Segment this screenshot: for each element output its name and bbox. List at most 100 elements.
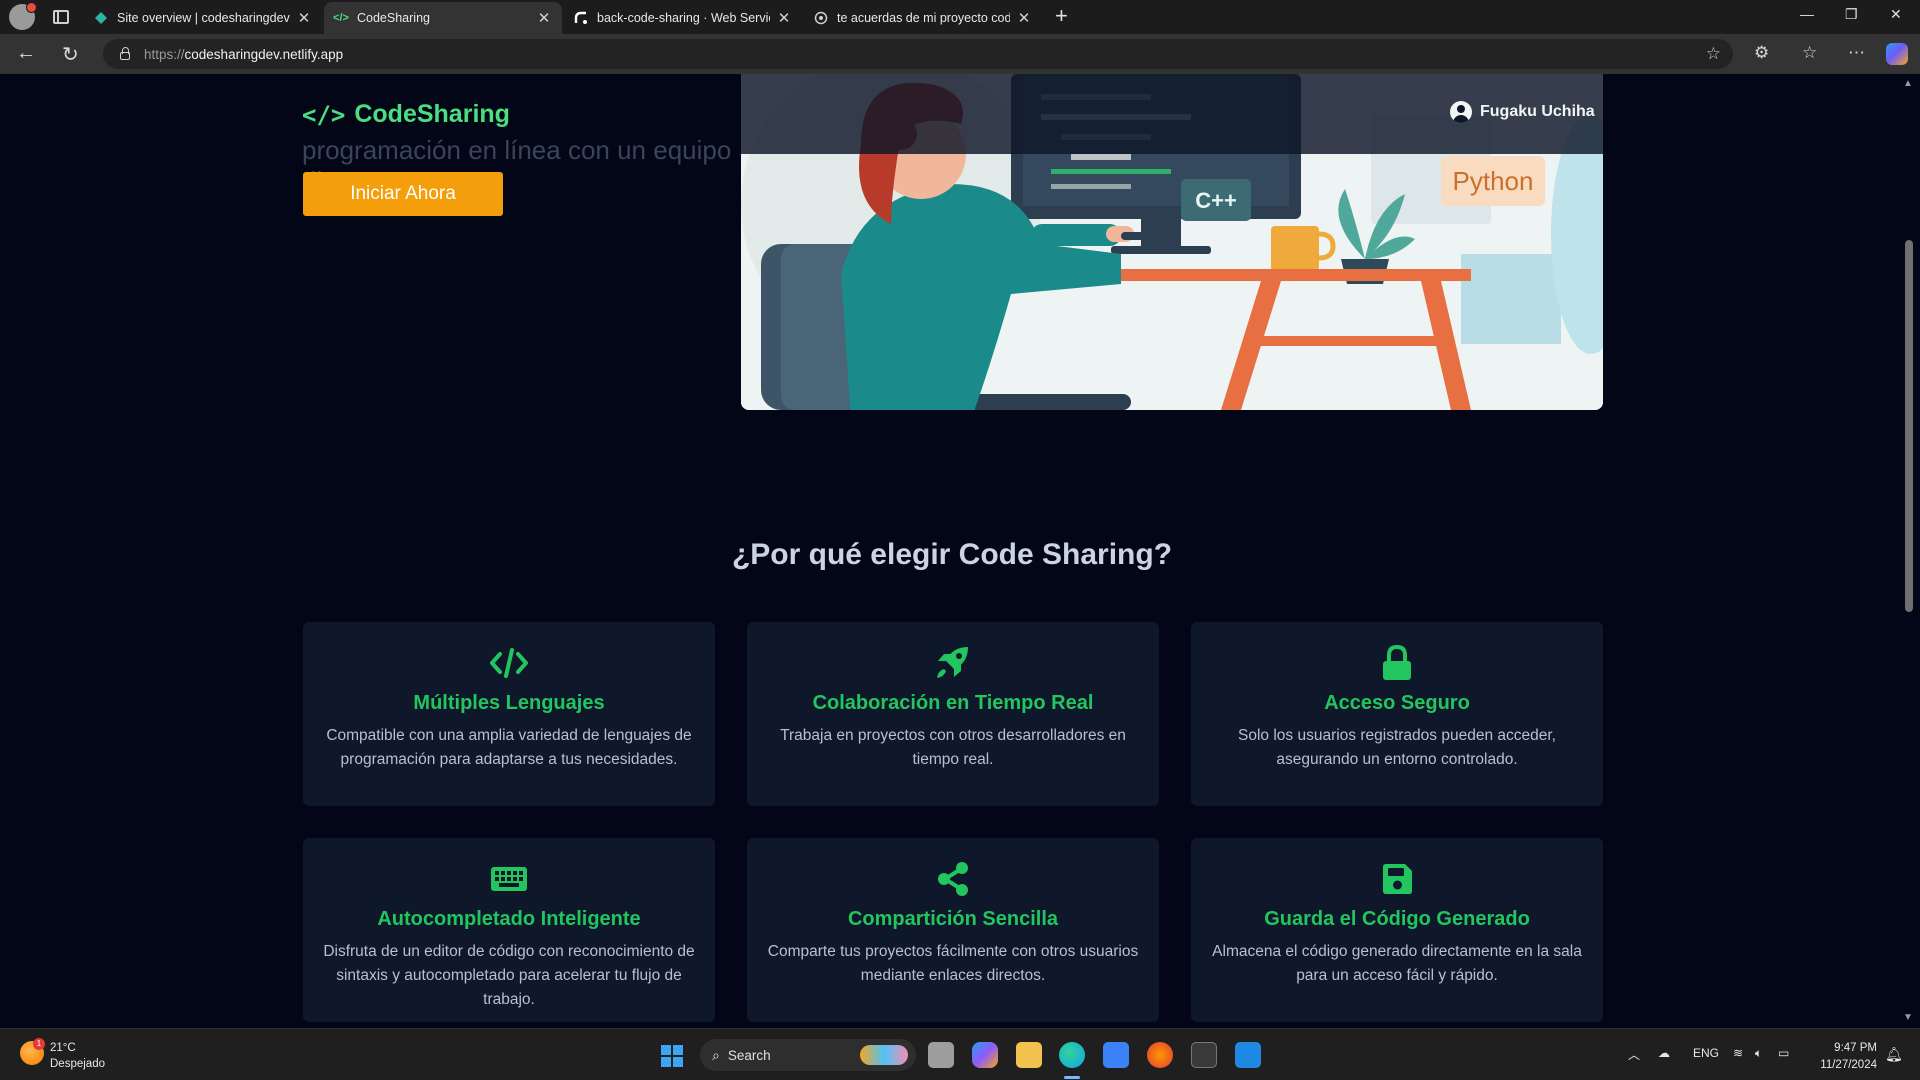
feature-description: Disfruta de un editor de código con reco… (323, 943, 695, 1008)
active-app-indicator (1064, 1076, 1080, 1079)
close-icon[interactable]: ✕ (296, 9, 312, 27)
render-icon (574, 11, 588, 25)
windows-taskbar: 1 21°C Despejado ⌕ Search ︿ ☁ ENG ≋ 🔈︎ ▭… (0, 1028, 1920, 1080)
file-explorer-icon[interactable] (1016, 1042, 1042, 1068)
weather-temperature: 21°C (50, 1042, 76, 1054)
section-title: ¿Por qué elegir Code Sharing? (731, 538, 1173, 571)
codesharing-logo[interactable]: </> CodeSharing (302, 100, 510, 129)
language-indicator[interactable]: ENG (1693, 1046, 1719, 1060)
code-icon (321, 646, 697, 680)
lock-icon (1209, 645, 1585, 680)
tab-title: Site overview | codesharingdev | N (117, 11, 290, 25)
user-profile-button[interactable]: Fugaku Uchiha (1450, 101, 1595, 123)
url-host: codesharingdev.netlify.app (184, 46, 344, 62)
close-icon[interactable]: ✕ (1016, 9, 1032, 27)
clock-time[interactable]: 9:47 PM (1817, 1042, 1877, 1054)
code-icon: </> (333, 12, 349, 24)
feature-card-languages: Múltiples Lenguajes Compatible con una a… (303, 622, 715, 806)
weather-description: Despejado (50, 1058, 105, 1070)
chatgpt-icon (814, 11, 828, 25)
feature-description: Comparte tus proyectos fácilmente con ot… (767, 943, 1139, 984)
search-label: Search (727, 1047, 771, 1063)
task-view-icon[interactable] (928, 1042, 954, 1068)
weather-badge: 1 (33, 1038, 45, 1050)
logo-text: CodeSharing (354, 100, 510, 128)
feature-card-autocomplete: Autocompletado Inteligente Disfruta de u… (303, 838, 715, 1022)
search-highlight-image (860, 1045, 908, 1065)
tab-actions-icon[interactable] (53, 10, 69, 24)
copilot-icon[interactable] (1886, 43, 1908, 65)
tab-title: back-code-sharing · Web Service (597, 11, 770, 25)
share-icon (765, 862, 1141, 896)
cpp-tag: C++ (1195, 188, 1237, 213)
minimize-icon[interactable]: — (1800, 6, 1814, 22)
feature-title: Acceso Seguro (1324, 692, 1470, 714)
url-field[interactable]: https:// codesharingdev.netlify.app ☆ (103, 39, 1733, 69)
microsoft-store-icon[interactable] (1103, 1042, 1129, 1068)
refresh-icon[interactable]: ↻ (62, 42, 79, 67)
new-tab-icon[interactable]: + (1055, 3, 1068, 29)
scrollbar-thumb[interactable] (1905, 240, 1913, 612)
feature-description: Solo los usuarios registrados pueden acc… (1238, 727, 1556, 768)
favorites-icon[interactable]: ☆ (1802, 43, 1817, 63)
user-name: Fugaku Uchiha (1480, 103, 1595, 120)
url-protocol: https:// (144, 46, 185, 62)
copilot-taskbar-icon[interactable] (972, 1042, 998, 1068)
browser-tab-bar: Site overview | codesharingdev | N ✕ </>… (0, 0, 1920, 34)
restore-icon[interactable]: ❐ (1845, 6, 1858, 23)
wifi-icon[interactable]: ≋ (1733, 1046, 1743, 1060)
terminal-icon[interactable] (1191, 1042, 1217, 1068)
scroll-up-arrow-icon[interactable]: ▲ (1903, 78, 1913, 89)
extensions-icon[interactable]: ⚙ (1754, 43, 1769, 63)
start-now-button[interactable]: Iniciar Ahora (303, 172, 503, 216)
feature-description: Compatible con una amplia variedad de le… (326, 727, 692, 768)
tab-chatgpt[interactable]: te acuerdas de mi proyecto code ✕ (804, 2, 1042, 34)
scroll-down-arrow-icon[interactable]: ▼ (1903, 1012, 1913, 1023)
edge-browser-icon[interactable] (1059, 1042, 1085, 1068)
tab-site-overview[interactable]: Site overview | codesharingdev | N ✕ (84, 2, 322, 34)
back-arrow-icon[interactable]: ← (16, 42, 36, 65)
code-icon: </> (302, 100, 346, 129)
feature-title: Autocompletado Inteligente (377, 908, 641, 930)
notification-bell-icon[interactable]: 🔔︎ (1885, 1046, 1903, 1063)
onedrive-off-icon[interactable]: ☁ (1658, 1046, 1670, 1060)
taskbar-search[interactable]: ⌕ Search (700, 1039, 916, 1071)
tab-back-code-sharing[interactable]: back-code-sharing · Web Service ✕ (564, 2, 802, 34)
page-viewport: programación en línea con un equipo dive… (0, 74, 1904, 1028)
feature-card-secure: Acceso Seguro Solo los usuarios registra… (1191, 622, 1603, 806)
tab-title: te acuerdas de mi proyecto code (837, 11, 1010, 25)
feature-card-realtime: Colaboración en Tiempo Real Trabaja en p… (747, 622, 1159, 806)
hero-description-partial: programación en línea con un equipo (302, 135, 732, 165)
firefox-icon[interactable] (1147, 1042, 1173, 1068)
favorite-star-icon[interactable]: ☆ (1706, 44, 1721, 64)
battery-icon[interactable]: ▭ (1778, 1046, 1789, 1060)
close-window-icon[interactable]: ✕ (1890, 6, 1902, 23)
keyboard-icon (321, 862, 697, 896)
rocket-icon (765, 646, 1141, 680)
user-circle-icon (1450, 101, 1472, 123)
feature-description: Almacena el código generado directamente… (1212, 943, 1582, 984)
tab-title: CodeSharing (357, 11, 430, 25)
close-icon[interactable]: ✕ (536, 9, 552, 27)
feature-title: Múltiples Lenguajes (413, 692, 605, 714)
show-hidden-icons-chevron-icon[interactable]: ︿ (1628, 1046, 1640, 1063)
address-bar-row: ← ↻ https:// codesharingdev.netlify.app … (0, 34, 1920, 74)
tab-codesharing[interactable]: </> CodeSharing ✕ (324, 2, 562, 34)
feature-card-save: Guarda el Código Generado Almacena el có… (1191, 838, 1603, 1022)
volume-icon[interactable]: 🔈︎ (1755, 1046, 1762, 1061)
python-tag: Python (1453, 166, 1534, 196)
netlify-icon (94, 11, 108, 25)
feature-description: Trabaja en proyectos con otros desarroll… (780, 727, 1126, 768)
save-icon (1209, 862, 1585, 896)
windows-start-icon[interactable] (661, 1045, 683, 1067)
vscode-icon[interactable] (1235, 1042, 1261, 1068)
feature-card-sharing: Compartición Sencilla Comparte tus proye… (747, 838, 1159, 1022)
feature-title: Compartición Sencilla (847, 908, 1059, 930)
more-options-icon[interactable]: ⋯ (1848, 43, 1865, 63)
profile-avatar[interactable] (9, 2, 37, 30)
search-icon: ⌕ (712, 1046, 720, 1063)
feature-title: Colaboración en Tiempo Real (812, 692, 1094, 714)
close-icon[interactable]: ✕ (776, 9, 792, 27)
lock-icon (120, 47, 130, 60)
clock-date[interactable]: 11/27/2024 (1807, 1059, 1877, 1071)
